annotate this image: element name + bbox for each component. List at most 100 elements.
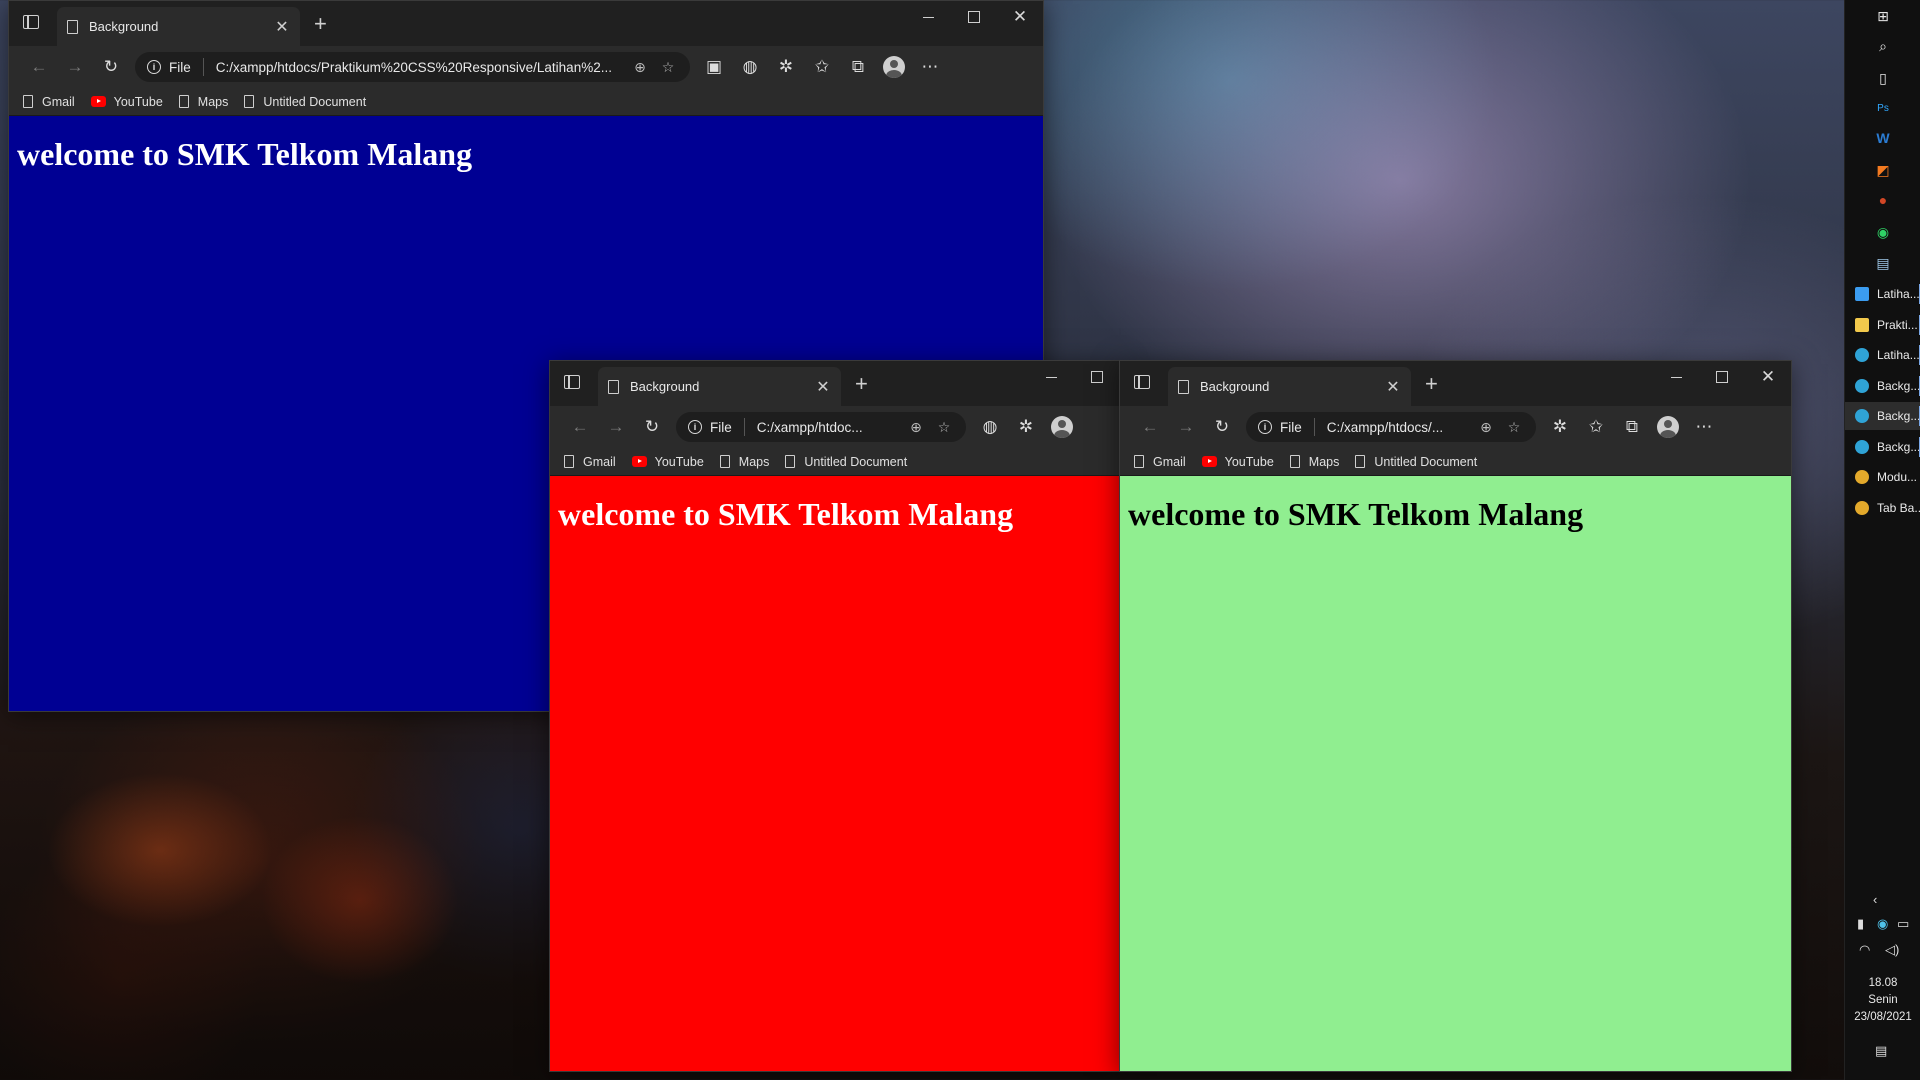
- bookmark-maps[interactable]: Maps: [178, 95, 228, 109]
- close-tab-icon[interactable]: ✕: [274, 17, 290, 37]
- taskbar-item-edge[interactable]: Backg...: [1845, 372, 1920, 400]
- maximize-button[interactable]: [951, 1, 997, 33]
- sidebar-toggle-icon[interactable]: [1134, 375, 1150, 389]
- taskbar-item-edge[interactable]: Latiha...: [1845, 341, 1920, 369]
- address-url[interactable]: C:/xampp/htdoc...: [757, 420, 902, 435]
- tracking-icon[interactable]: ◍: [732, 51, 768, 83]
- address-bar[interactable]: i File C:/xampp/htdocs/... ⊕ ☆: [1246, 412, 1536, 442]
- profile-button[interactable]: [1044, 411, 1080, 443]
- notes-icon[interactable]: ▤: [1875, 255, 1891, 271]
- close-window-button[interactable]: ✕: [1745, 361, 1791, 393]
- document-icon: [785, 455, 796, 468]
- word-icon[interactable]: W: [1875, 130, 1891, 146]
- extensions-puzzle-icon[interactable]: ✲: [1008, 411, 1044, 443]
- zoom-icon[interactable]: ⊕: [902, 419, 930, 436]
- bookmark-youtube[interactable]: YouTube: [631, 455, 704, 469]
- edge-tray-icon[interactable]: ◉: [1877, 916, 1888, 932]
- minimize-button[interactable]: [1028, 361, 1074, 393]
- taskbar-item-edge[interactable]: Backg...: [1845, 402, 1920, 430]
- close-window-button[interactable]: ✕: [997, 1, 1043, 33]
- taskbar-item-label: Tab Ba...: [1877, 500, 1920, 515]
- bookmarks-bar: Gmail YouTube Maps Untitled Document: [9, 88, 1043, 116]
- sidebar-toggle-icon[interactable]: [564, 375, 580, 389]
- extension-icon[interactable]: ▣: [696, 51, 732, 83]
- taskbar-item-chrome[interactable]: Tab Ba...: [1845, 494, 1920, 522]
- info-icon[interactable]: i: [147, 60, 161, 74]
- minimize-button[interactable]: [1653, 361, 1699, 393]
- address-url[interactable]: C:/xampp/htdocs/Praktikum%20CSS%20Respon…: [216, 60, 626, 75]
- back-icon[interactable]: ←: [562, 411, 598, 443]
- close-tab-icon[interactable]: ✕: [1385, 377, 1401, 397]
- add-favorite-icon[interactable]: ☆: [930, 419, 958, 436]
- profile-button[interactable]: [1650, 411, 1686, 443]
- profile-button[interactable]: [876, 51, 912, 83]
- info-icon[interactable]: i: [688, 420, 702, 434]
- chevron-left-icon[interactable]: ‹: [1873, 892, 1877, 907]
- add-favorite-icon[interactable]: ☆: [1500, 419, 1528, 436]
- new-tab-icon[interactable]: +: [855, 371, 868, 397]
- address-bar[interactable]: i File C:/xampp/htdoc... ⊕ ☆: [676, 412, 966, 442]
- bookmark-gmail[interactable]: Gmail: [564, 455, 616, 469]
- tab-background[interactable]: Background ✕: [598, 367, 841, 406]
- new-tab-icon[interactable]: +: [314, 11, 327, 37]
- minimize-button[interactable]: [905, 1, 951, 33]
- more-menu-icon[interactable]: ⋯: [912, 51, 948, 83]
- address-url[interactable]: C:/xampp/htdocs/...: [1327, 420, 1472, 435]
- info-icon[interactable]: i: [1258, 420, 1272, 434]
- collections-icon[interactable]: ⧉: [1614, 411, 1650, 443]
- maximize-button[interactable]: [1074, 361, 1120, 393]
- refresh-icon[interactable]: ↻: [1204, 411, 1240, 443]
- search-icon[interactable]: ⌕: [1875, 38, 1891, 54]
- extensions-puzzle-icon[interactable]: ✲: [1542, 411, 1578, 443]
- bookmark-maps[interactable]: Maps: [719, 455, 769, 469]
- microphone-icon[interactable]: ▮: [1857, 916, 1864, 932]
- back-icon[interactable]: ←: [21, 51, 57, 83]
- sidebar-toggle-icon[interactable]: [23, 15, 39, 29]
- forward-icon[interactable]: →: [598, 411, 634, 443]
- bookmark-youtube[interactable]: YouTube: [1201, 455, 1274, 469]
- bookmark-youtube[interactable]: YouTube: [90, 95, 163, 109]
- bookmark-gmail[interactable]: Gmail: [23, 95, 75, 109]
- clock[interactable]: 18.08 Senin 23/08/2021: [1845, 975, 1920, 1026]
- taskbar-item-folder[interactable]: Prakti...: [1845, 311, 1920, 339]
- bookmark-untitled-document[interactable]: Untitled Document: [785, 455, 907, 469]
- refresh-icon[interactable]: ↻: [93, 51, 129, 83]
- file-icon[interactable]: ▯: [1875, 70, 1891, 86]
- more-menu-icon[interactable]: ⋯: [1686, 411, 1722, 443]
- photoshop-icon[interactable]: Ps: [1875, 100, 1891, 116]
- bookmark-maps[interactable]: Maps: [1289, 455, 1339, 469]
- avatar: [1657, 416, 1679, 438]
- zoom-icon[interactable]: ⊕: [1472, 419, 1500, 436]
- favorites-icon[interactable]: ✩: [1578, 411, 1614, 443]
- forward-icon[interactable]: →: [57, 51, 93, 83]
- close-tab-icon[interactable]: ✕: [815, 377, 831, 397]
- wifi-icon[interactable]: ◠: [1859, 942, 1870, 958]
- forward-icon[interactable]: →: [1168, 411, 1204, 443]
- bookmark-untitled-document[interactable]: Untitled Document: [244, 95, 366, 109]
- volume-icon[interactable]: ◁): [1885, 942, 1899, 958]
- taskbar-item-vscode[interactable]: Latiha...: [1845, 280, 1920, 308]
- new-tab-icon[interactable]: +: [1425, 371, 1438, 397]
- bookmark-untitled-document[interactable]: Untitled Document: [1355, 455, 1477, 469]
- address-bar[interactable]: i File C:/xampp/htdocs/Praktikum%20CSS%2…: [135, 52, 690, 82]
- notifications-icon[interactable]: ▤: [1875, 1043, 1887, 1059]
- whatsapp-icon[interactable]: ◉: [1875, 224, 1891, 240]
- app-orange-icon[interactable]: ◩: [1875, 162, 1891, 178]
- tab-background[interactable]: Background ✕: [1168, 367, 1411, 406]
- back-icon[interactable]: ←: [1132, 411, 1168, 443]
- taskbar-item-edge[interactable]: Backg...: [1845, 433, 1920, 461]
- powerpoint-icon[interactable]: ●: [1875, 192, 1891, 208]
- add-favorite-icon[interactable]: ☆: [654, 59, 682, 76]
- windows-start-icon[interactable]: ⊞: [1875, 8, 1891, 24]
- extensions-puzzle-icon[interactable]: ✲: [768, 51, 804, 83]
- maximize-button[interactable]: [1699, 361, 1745, 393]
- favorites-icon[interactable]: ✩: [804, 51, 840, 83]
- battery-icon[interactable]: ▭: [1897, 916, 1909, 932]
- tracking-icon[interactable]: ◍: [972, 411, 1008, 443]
- collections-icon[interactable]: ⧉: [840, 51, 876, 83]
- tab-background[interactable]: Background ✕: [57, 7, 300, 46]
- bookmark-gmail[interactable]: Gmail: [1134, 455, 1186, 469]
- refresh-icon[interactable]: ↻: [634, 411, 670, 443]
- zoom-icon[interactable]: ⊕: [626, 59, 654, 76]
- taskbar-item-chrome[interactable]: Modu...: [1845, 463, 1920, 491]
